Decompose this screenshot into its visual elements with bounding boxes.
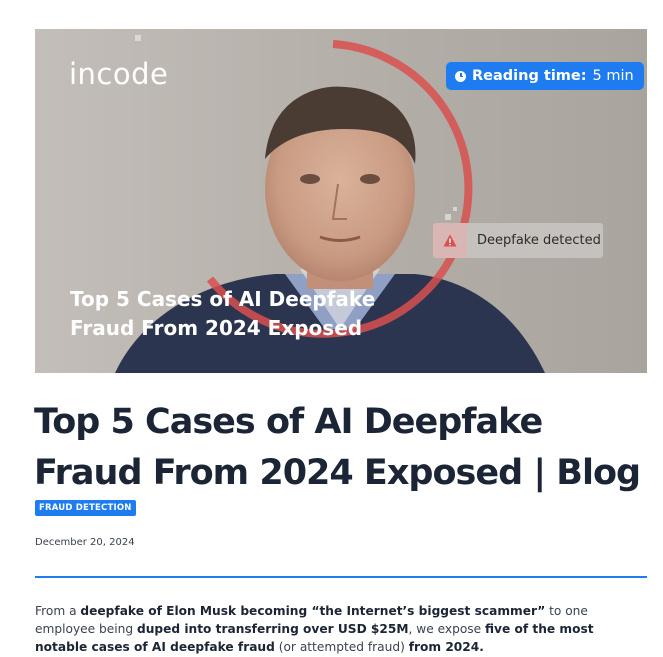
warning-icon <box>433 223 467 258</box>
intro-text-bold: from 2024. <box>408 640 484 654</box>
hero-overlay-title: Top 5 Cases of AI Deepfake Fraud From 20… <box>70 287 376 340</box>
reading-time-pill: Reading time: 5 min <box>446 62 644 90</box>
intro-text: (or attempted fraud) <box>274 640 409 654</box>
intro-text: , we expose <box>408 622 485 636</box>
deepfake-badge-label: Deepfake detected <box>477 233 601 248</box>
category-tag[interactable]: FRAUD DETECTION <box>35 500 136 516</box>
intro-paragraph: From a deepfake of Elon Musk becoming “t… <box>35 602 645 656</box>
incode-logo: incode <box>69 57 169 91</box>
reading-time-label: Reading time: <box>472 68 587 84</box>
intro-text: From a <box>35 604 81 618</box>
publish-date: December 20, 2024 <box>35 537 135 548</box>
intro-text-bold: duped into transferring over USD $25M <box>137 622 409 636</box>
reading-time-value: 5 min <box>592 68 634 84</box>
clock-icon <box>455 70 466 82</box>
intro-text-bold: deepfake of Elon Musk becoming “the Inte… <box>80 604 546 618</box>
hero-image: incode Reading time: 5 min Deepfake dete… <box>35 29 647 373</box>
deepfake-detected-badge: Deepfake detected <box>433 223 603 258</box>
divider <box>35 576 647 578</box>
page-title: Top 5 Cases of AI Deepfake Fraud From 20… <box>34 402 641 493</box>
